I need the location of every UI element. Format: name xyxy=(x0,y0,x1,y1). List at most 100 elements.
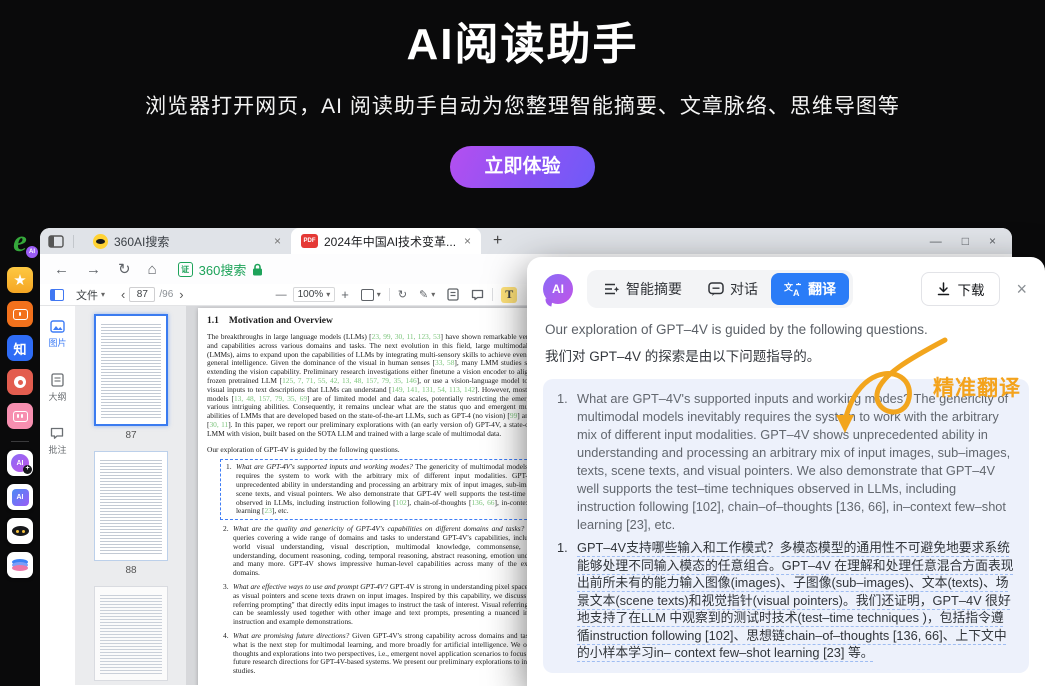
back-button[interactable]: ← xyxy=(54,261,69,278)
chevron-down-icon: ▾ xyxy=(377,290,381,299)
window-controls: — □ × xyxy=(930,234,1012,248)
next-page-button[interactable]: › xyxy=(179,287,183,302)
ai-square-icon: AI xyxy=(12,489,29,506)
dock-divider xyxy=(11,441,29,442)
tab-smart-summary[interactable]: 智能摘要 xyxy=(591,273,695,305)
site-name: 360搜索 xyxy=(199,260,247,279)
thumbnail-label: 87 xyxy=(125,430,136,441)
translate-icon: 文A xyxy=(784,282,802,297)
page-subtitle: 浏览器打开网页，AI 阅读助手自动为您整理智能摘要、文章脉络、思维导图等 xyxy=(0,90,1045,120)
new-tab-button[interactable]: + xyxy=(493,232,502,250)
ai-tools-shortcut[interactable]: AI xyxy=(7,484,33,510)
arrow-doodle-icon xyxy=(793,336,963,441)
toolbar-divider xyxy=(389,288,390,301)
rail-item-annotations[interactable]: 批注 xyxy=(48,427,66,456)
refresh-button[interactable]: ↻ xyxy=(118,260,131,278)
chevron-down-icon: ▾ xyxy=(101,290,105,299)
paragraph: The breakthroughs in large language mode… xyxy=(207,333,553,439)
ai-search-icon xyxy=(12,526,29,536)
file-menu[interactable]: 文件 xyxy=(76,287,98,303)
browser-logo-icon[interactable]: eAI xyxy=(4,225,36,259)
svg-text:A: A xyxy=(793,288,800,297)
thumbnail-partial[interactable] xyxy=(94,586,168,681)
notes-icon[interactable] xyxy=(447,288,459,301)
text-tool-button[interactable]: T xyxy=(501,287,517,303)
ai-search-shortcut[interactable] xyxy=(7,518,33,544)
close-button[interactable]: × xyxy=(989,234,996,248)
chevron-down-icon: ▾ xyxy=(326,290,330,299)
question-item: 1. What are GPT-4V's supported inputs an… xyxy=(226,463,560,516)
tab-chat[interactable]: 对话 xyxy=(695,273,771,305)
tab-close-icon[interactable]: × xyxy=(464,235,471,247)
address-bar[interactable]: 证 360搜索 xyxy=(178,260,264,279)
plus-badge-icon: + xyxy=(23,465,32,474)
tab-close-icon[interactable]: × xyxy=(274,235,281,247)
tab-translate[interactable]: 文A 翻译 xyxy=(771,273,849,305)
pdf-panel-icon[interactable] xyxy=(50,289,64,301)
page-total: /96 xyxy=(159,289,173,300)
question-item: 3. What are effective ways to use and pr… xyxy=(223,583,561,627)
lock-icon xyxy=(252,263,263,276)
highlighter-icon[interactable]: ✎▾ xyxy=(419,288,435,301)
comment-icon[interactable] xyxy=(471,289,484,301)
download-icon xyxy=(937,282,950,296)
minimize-button[interactable]: — xyxy=(930,234,942,248)
weibo-icon[interactable] xyxy=(7,369,33,395)
home-button[interactable]: ⌂ xyxy=(148,261,157,278)
question-item: 2. What are the quality and genericity o… xyxy=(223,525,561,578)
hero-section: AI阅读助手 浏览器打开网页，AI 阅读助手自动为您整理智能摘要、文章脉络、思维… xyxy=(0,0,1045,188)
summary-list-icon xyxy=(604,282,620,296)
site-badge-icon: 证 xyxy=(178,262,193,277)
zoom-out-button[interactable]: — xyxy=(276,289,287,301)
cta-button[interactable]: 立即体验 xyxy=(450,146,594,188)
thumbnail-88[interactable] xyxy=(94,451,168,561)
guide-line: Our exploration of GPT-4V is guided by t… xyxy=(207,446,553,455)
question-list: 1. What are GPT-4V's supported inputs an… xyxy=(207,459,553,676)
comment-icon xyxy=(50,427,64,440)
source-text-en: Our exploration of GPT–4V is guided by t… xyxy=(545,322,1029,337)
browser-dock: eAI ★ 知 AI+ AI xyxy=(0,225,40,578)
ai-panel-header: AI 智能摘要 对话 文A 翻译 下载 × xyxy=(527,257,1045,308)
sidebar-toggle-icon[interactable] xyxy=(48,235,64,248)
selection-box[interactable]: 1. What are GPT-4V's supported inputs an… xyxy=(220,459,572,520)
favorites-star-icon[interactable]: ★ xyxy=(7,267,33,293)
ai-panel-tabs: 智能摘要 对话 文A 翻译 xyxy=(587,270,853,308)
image-icon xyxy=(50,320,65,333)
page-input[interactable]: 87 xyxy=(129,287,155,302)
rail-item-images[interactable]: 图片 xyxy=(48,320,66,349)
prev-page-button[interactable]: ‹ xyxy=(121,287,125,302)
thumbnail-87[interactable] xyxy=(94,314,168,426)
layers-icon xyxy=(12,559,28,571)
rotate-icon[interactable]: ↻ xyxy=(398,288,407,301)
tab-360ai-search[interactable]: 360AI搜索 × xyxy=(83,228,291,254)
fit-page-icon[interactable] xyxy=(361,289,374,301)
tab-label: 2024年中国AI技术变革... xyxy=(324,233,456,250)
zoom-select[interactable]: 100%▾ xyxy=(293,287,336,302)
download-button[interactable]: 下载 xyxy=(921,272,1000,306)
video-site-icon[interactable] xyxy=(7,301,33,327)
zoom-in-button[interactable]: + xyxy=(341,287,349,302)
pdf-badge-icon: PDF xyxy=(301,234,318,248)
ai-avatar: AI xyxy=(543,274,573,304)
page: AI阅读助手 浏览器打开网页，AI 阅读助手自动为您整理智能摘要、文章脉络、思维… xyxy=(0,0,1045,686)
rail-item-outline[interactable]: 大纲 xyxy=(48,373,66,403)
tab-label: 360AI搜索 xyxy=(114,233,169,250)
zhihu-icon[interactable]: 知 xyxy=(7,335,33,361)
maximize-button[interactable]: □ xyxy=(962,234,969,248)
thumbnail-label: 88 xyxy=(125,565,136,576)
tab-bar: 360AI搜索 × PDF 2024年中国AI技术变革... × + — □ × xyxy=(40,228,1012,254)
tab-divider xyxy=(73,235,74,248)
ai-badge-icon: AI xyxy=(26,246,38,258)
tab-favicon-icon xyxy=(93,234,108,249)
question-item: 4. What are promising future directions?… xyxy=(223,632,561,676)
tab-pdf[interactable]: PDF 2024年中国AI技术变革... × xyxy=(291,228,481,254)
forward-button[interactable]: → xyxy=(86,261,101,278)
toolbar-divider xyxy=(492,288,493,301)
bilibili-icon[interactable] xyxy=(7,403,33,429)
ai-assistant-shortcut[interactable]: AI+ xyxy=(7,450,33,476)
page-title: AI阅读助手 xyxy=(0,8,1045,72)
ai-panel-body: Our exploration of GPT–4V is guided by t… xyxy=(527,308,1045,365)
translated-item-zh: 1. GPT–4V支持哪些输入和工作模式？多模态模型的通用性不可避免地要求系统能… xyxy=(557,539,1015,662)
library-shortcut[interactable] xyxy=(7,552,33,578)
panel-close-icon[interactable]: × xyxy=(1016,279,1027,300)
